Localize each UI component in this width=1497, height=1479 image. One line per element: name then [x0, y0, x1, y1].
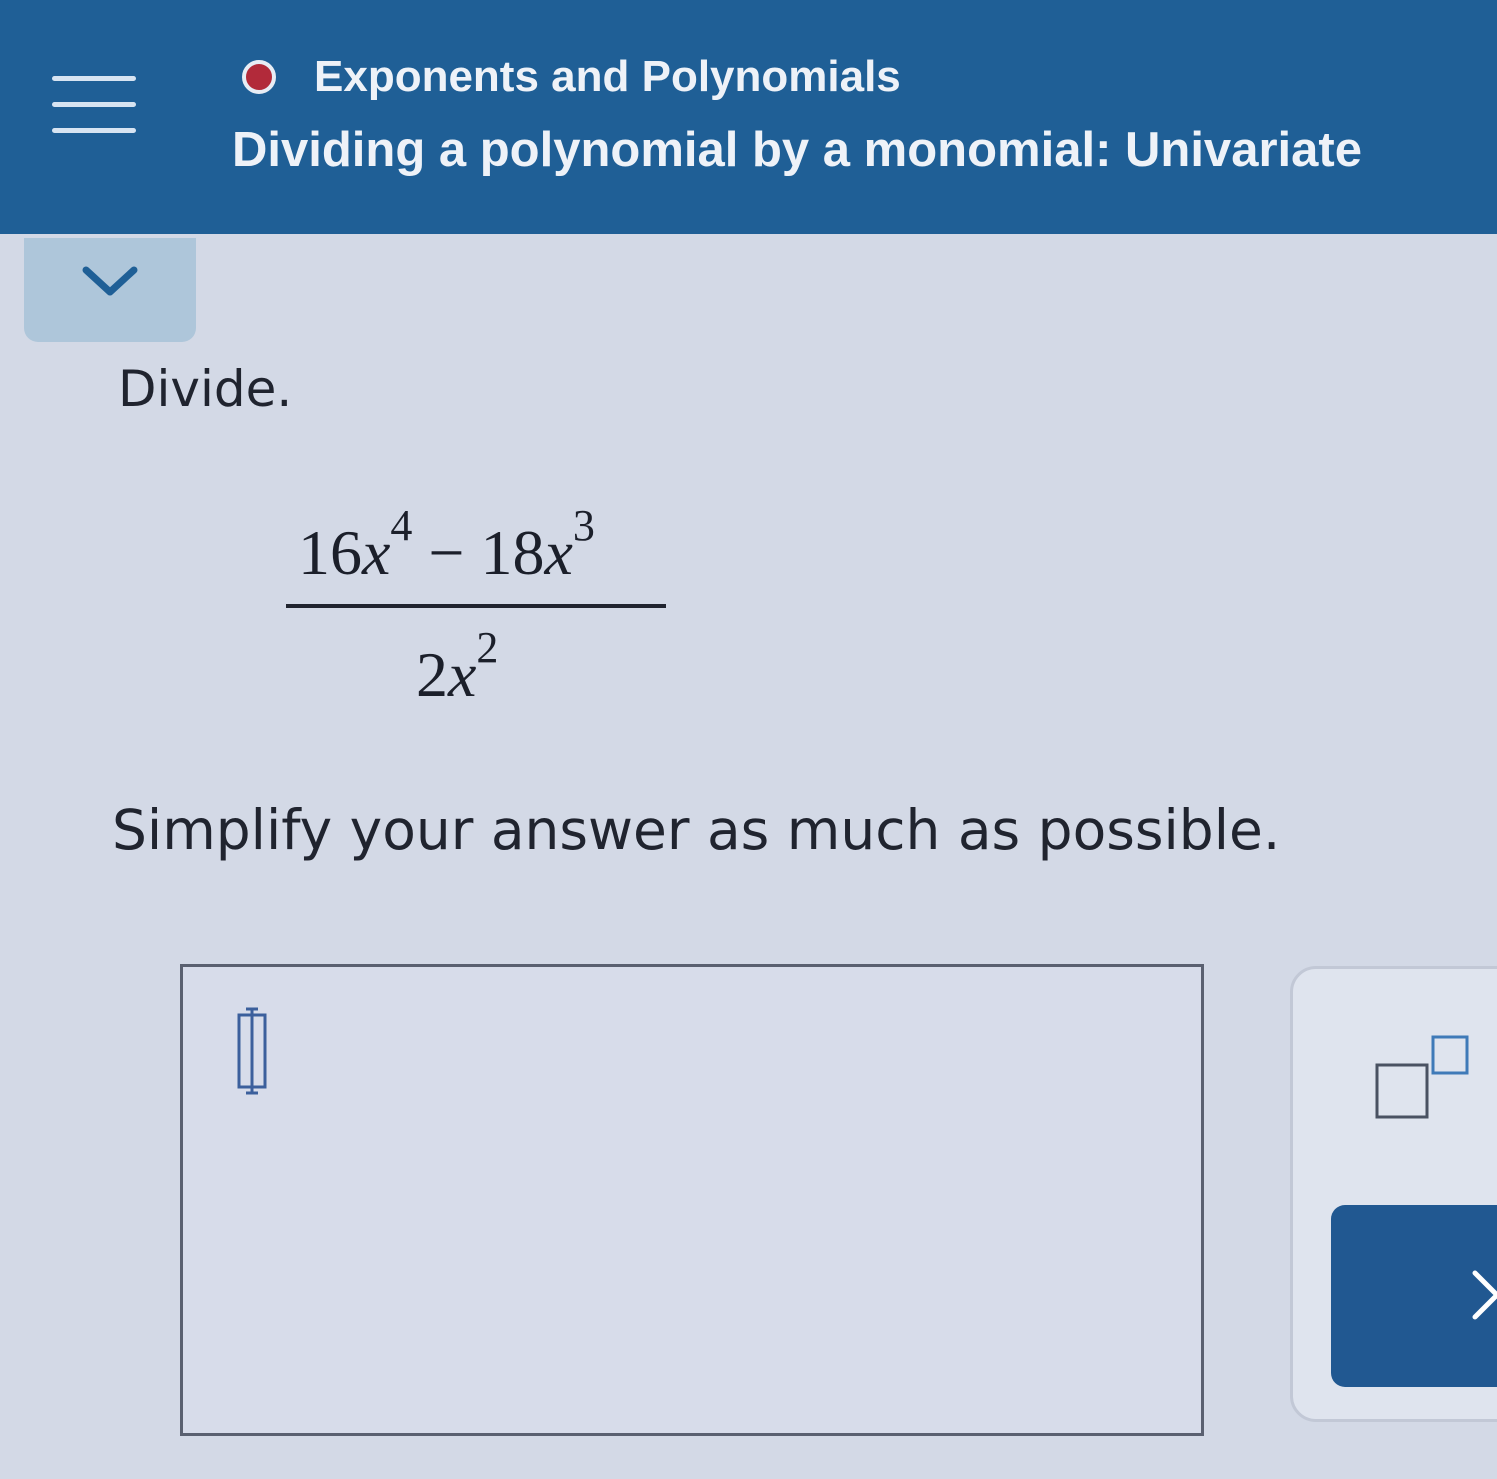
numerator-term1-coefficient: 16	[298, 517, 362, 588]
top-header-bar: Exponents and Polynomials Dividing a pol…	[0, 0, 1497, 234]
problem-fraction: 16x4−18x3 2x2	[286, 498, 666, 728]
numerator-term2-coefficient: 18	[480, 517, 545, 588]
denominator-exponent: 2	[476, 623, 499, 672]
exponent-template-button[interactable]	[1363, 1019, 1483, 1129]
exponent-template-icon	[1375, 1035, 1469, 1119]
fraction-bar	[286, 604, 666, 608]
denominator-variable: x	[448, 639, 477, 710]
chevron-down-icon	[82, 266, 138, 296]
problem-directions: Simplify your answer as much as possible…	[112, 798, 1281, 862]
numerator-term1-exponent: 4	[390, 501, 413, 550]
clear-button[interactable]	[1331, 1205, 1497, 1387]
numerator-operator: −	[428, 517, 465, 588]
hamburger-menu-icon[interactable]	[52, 70, 138, 140]
numerator-term2-variable: x	[544, 517, 573, 588]
problem-instruction: Divide.	[118, 360, 293, 418]
math-keypad-panel	[1290, 966, 1497, 1422]
answer-input-box[interactable]	[180, 964, 1204, 1436]
numerator-term1-variable: x	[362, 517, 391, 588]
denominator-coefficient: 2	[416, 639, 448, 710]
clear-x-icon	[1472, 1270, 1497, 1320]
collapse-header-button[interactable]	[24, 238, 196, 342]
fraction-numerator: 16x4−18x3	[298, 501, 595, 590]
numerator-term2-exponent: 3	[572, 501, 595, 550]
answer-placeholder-cursor-icon	[237, 1007, 267, 1095]
fraction-denominator: 2x2	[416, 623, 498, 712]
topic-title: Exponents and Polynomials	[314, 52, 901, 101]
subtopic-title: Dividing a polynomial by a monomial: Uni…	[232, 123, 1362, 177]
topic-status-dot	[242, 60, 276, 94]
